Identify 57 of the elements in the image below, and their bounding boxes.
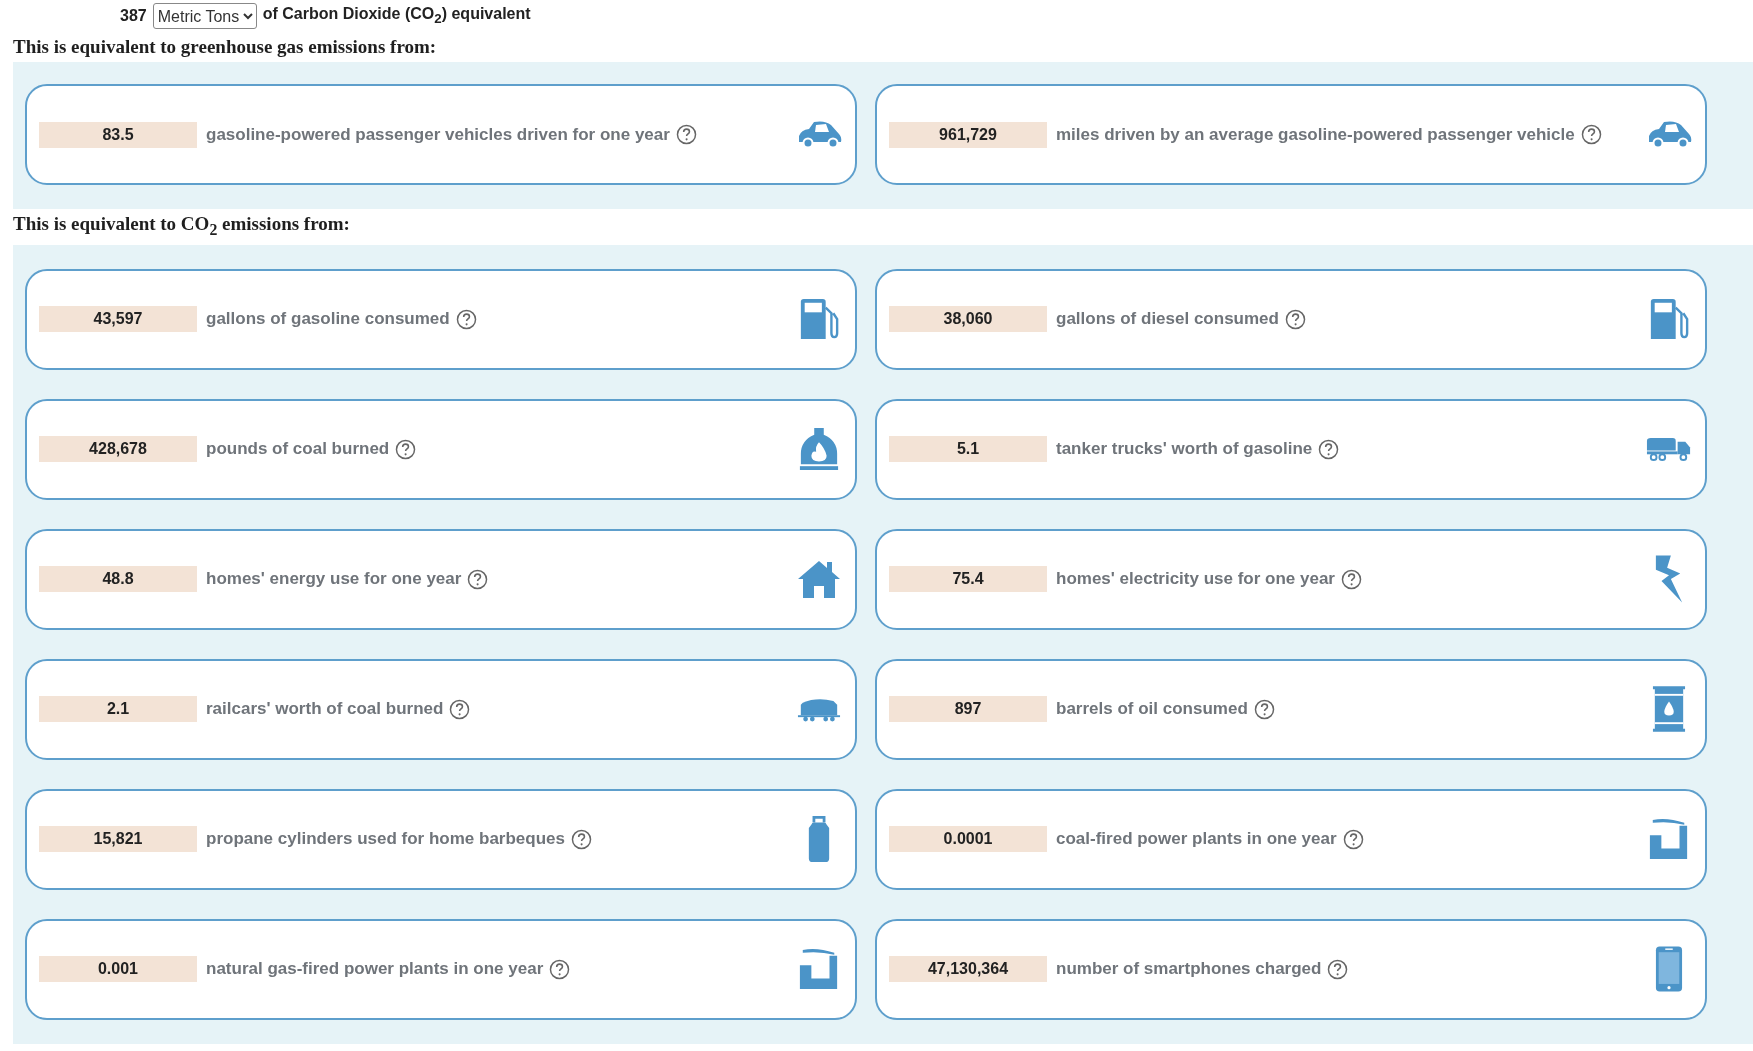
value-field: 47,130,364: [889, 956, 1047, 983]
value-field: 15,821: [39, 826, 197, 853]
value-field: 48.8: [39, 566, 197, 593]
equivalence-label: homes' energy use for one year: [206, 569, 462, 590]
house-icon: [797, 559, 841, 600]
barrel-icon: [1652, 685, 1686, 734]
value-field: 2.1: [39, 696, 197, 723]
equivalence-label: barrels of oil consumed: [1056, 699, 1248, 720]
help-icon[interactable]: [1327, 958, 1349, 980]
help-icon[interactable]: [1318, 438, 1340, 460]
equivalence-label: homes' electricity use for one year: [1056, 569, 1335, 590]
equivalence-label: pounds of coal burned: [206, 439, 390, 460]
lightning-icon: [1654, 554, 1684, 605]
fuel-pump-icon: [1648, 298, 1690, 341]
value-field: 961,729: [889, 121, 1047, 148]
help-icon[interactable]: [1342, 828, 1364, 850]
gas-cylinder-icon: [807, 814, 831, 865]
value-field: 83.5: [39, 121, 197, 148]
equivalence-label: propane cylinders used for home barbeques: [206, 829, 565, 850]
help-icon[interactable]: [467, 568, 489, 590]
railcar-icon: [797, 696, 841, 722]
value-field: 38,060: [889, 306, 1047, 333]
unit-dropdown[interactable]: Metric Tons: [152, 3, 257, 29]
help-icon[interactable]: [1341, 568, 1362, 590]
help-icon[interactable]: [449, 698, 471, 720]
help-icon[interactable]: [1253, 698, 1275, 720]
equivalence-label: miles driven by an average gasoline-powered passenger vehicle: [1056, 124, 1575, 145]
section-heading: This is equivalent to greenhouse gas emissions from:: [12, 35, 438, 59]
equivalence-label: tanker trucks' worth of gasoline: [1056, 439, 1313, 460]
help-icon[interactable]: [395, 438, 417, 460]
help-icon[interactable]: [1580, 124, 1602, 145]
equivalence-label: gasoline-powered passenger vehicles driven for one year: [206, 124, 670, 145]
value-field: 428,678: [39, 436, 197, 463]
equivalence-label: gallons of gasoline consumed: [206, 309, 450, 330]
equivalence-label: coal-fired power plants in one year: [1056, 829, 1337, 850]
tanker-truck-icon: [1646, 436, 1692, 462]
unit-description: of Carbon Dioxide (CO$_{2}$) equivalent: [262, 5, 531, 27]
value-field: 5.1: [889, 436, 1047, 463]
smartphone-icon: [1655, 945, 1683, 994]
help-icon[interactable]: [1284, 308, 1306, 330]
help-icon[interactable]: [455, 308, 477, 330]
value-field: 897: [889, 696, 1047, 723]
value-field: 75.4: [889, 566, 1047, 593]
equivalence-label: natural gas-fired power plants in one year: [206, 959, 544, 980]
furnace-icon: [798, 427, 840, 472]
help-icon[interactable]: [571, 828, 592, 850]
equivalence-label: gallons of diesel consumed: [1056, 309, 1279, 330]
value-field: 0.001: [39, 956, 197, 983]
amount-text: 387: [120, 7, 147, 25]
equivalence-label: railcars' worth of coal burned: [206, 699, 444, 720]
help-icon[interactable]: [549, 958, 571, 980]
value-field: 43,597: [39, 306, 197, 333]
equivalence-label: number of smartphones charged: [1056, 959, 1322, 980]
fuel-pump-icon: [798, 298, 840, 341]
value-field: 0.0001: [889, 826, 1047, 853]
help-icon[interactable]: [675, 124, 697, 145]
section-heading: This is equivalent to CO$_{2}$ emissions from:: [12, 212, 351, 240]
